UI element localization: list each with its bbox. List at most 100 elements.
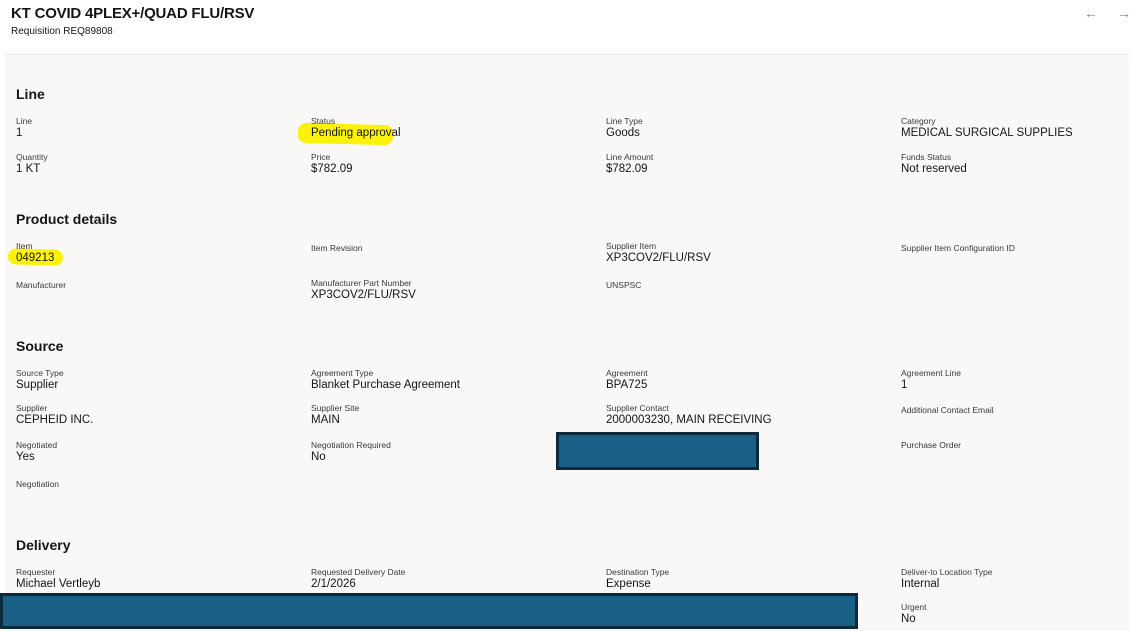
field-funds-status: Funds Status Not reserved [901,152,967,176]
field-label: Manufacturer Part Number [311,278,412,288]
field-value: 1 [16,127,23,139]
field-value: $782.09 [311,163,353,175]
section-title-line: Line [16,86,45,102]
field-line-type: Line Type Goods [606,116,643,140]
field-value: Supplier [16,379,59,391]
field-label: Category [901,116,936,126]
field-value: 2000003230, MAIN RECEIVING [606,414,772,426]
field-purchase-order: Purchase Order [901,440,961,450]
field-value: CEPHEID INC. [16,414,94,426]
field-label: Negotiation [16,479,60,489]
status-value: Pending approval [311,127,401,139]
field-line-amount: Line Amount $782.09 [606,152,653,176]
field-manufacturer: Manufacturer [16,280,66,290]
field-value: 1 [901,379,908,391]
field-destination-type: Destination Type Expense [606,567,669,591]
field-value: No [901,613,916,625]
field-value: MAIN [311,414,340,426]
field-value: No [311,451,326,463]
field-label: Source Type [16,368,64,378]
field-label: Deliver-to Location Type [901,567,993,577]
field-label: Purchase Order [901,440,961,450]
field-label: Destination Type [606,567,670,577]
field-label: Line Amount [606,152,654,162]
field-line: Line 1 [16,116,32,140]
field-item-revision: Item Revision [311,243,363,253]
field-value: Yes [16,451,35,463]
section-title-product-details: Product details [16,211,118,227]
field-agreement: Agreement BPA725 [606,368,648,392]
field-value: Goods [606,127,640,139]
field-value: XP3COV2/FLU/RSV [606,252,711,264]
field-value: MEDICAL SURGICAL SUPPLIES [901,127,1073,139]
field-value: Internal [901,578,940,590]
field-manufacturer-part-number: Manufacturer Part Number XP3COV2/FLU/RSV [311,278,416,302]
field-value: 2/1/2026 [311,578,356,590]
field-status: Status Pending approval [311,116,401,140]
field-label: Status [311,116,336,126]
field-deliver-to-location-type: Deliver-to Location Type Internal [901,567,993,591]
field-label: Negotiation Required [311,440,391,450]
item-value: 049213 [16,252,55,264]
field-label: Manufacturer [16,280,67,290]
field-label: Line [16,116,33,126]
field-label: Quantity [16,152,48,162]
field-label: Supplier Contact [606,403,669,413]
field-value: 1 KT [16,163,41,175]
field-label: Price [311,152,331,162]
field-label: Supplier Item Configuration ID [901,243,1015,253]
field-negotiation: Negotiation [16,479,59,489]
redaction-box [556,432,759,470]
field-item: Item 049213 [16,241,54,265]
field-label: Agreement [606,368,648,378]
field-label: Requested Delivery Date [311,567,406,577]
agreement-link[interactable]: BPA725 [606,378,648,392]
field-requester: Requester Michael Vertleyb [16,567,100,591]
field-value: $782.09 [606,163,648,175]
field-value: Expense [606,578,651,590]
field-category: Category MEDICAL SURGICAL SUPPLIES [901,116,1073,140]
page-header: KT COVID 4PLEX+/QUAD FLU/RSV Requisition… [0,0,1134,50]
field-supplier-site: Supplier Site MAIN [311,403,359,427]
field-value: XP3COV2/FLU/RSV [311,289,416,301]
field-additional-contact-email: Additional Contact Email [901,405,994,415]
field-label: UNSPSC [606,280,642,290]
field-supplier: Supplier CEPHEID INC. [16,403,93,427]
field-supplier-item: Supplier Item XP3COV2/FLU/RSV [606,241,711,265]
page-title: KT COVID 4PLEX+/QUAD FLU/RSV [11,5,255,22]
field-negotiation-required: Negotiation Required No [311,440,391,464]
section-title-source: Source [16,338,64,354]
field-label: Additional Contact Email [901,405,994,415]
arrow-left-icon[interactable]: ← [1081,3,1101,23]
field-agreement-line: Agreement Line 1 [901,368,961,392]
field-value: Blanket Purchase Agreement [311,379,460,391]
field-label: Line Type [606,116,643,126]
field-urgent: Urgent No [901,602,927,626]
requisition-number: Requisition REQ89808 [11,26,113,37]
field-price: Price $782.09 [311,152,353,176]
field-source-type: Source Type Supplier [16,368,64,392]
field-supplier-item-config-id: Supplier Item Configuration ID [901,243,1015,253]
field-unspsc: UNSPSC [606,280,641,290]
requisition-line-detail-page: KT COVID 4PLEX+/QUAD FLU/RSV Requisition… [0,0,1134,631]
field-label: Supplier Item [606,241,657,251]
field-label: Agreement Type [311,368,374,378]
field-quantity: Quantity 1 KT [16,152,48,176]
field-value: Michael Vertleyb [16,578,101,590]
field-label: Urgent [901,602,927,612]
field-label: Requester [16,567,56,577]
section-title-delivery: Delivery [16,537,71,553]
field-label: Agreement Line [901,368,962,378]
field-value: Not reserved [901,163,967,175]
field-label: Item Revision [311,243,363,253]
redaction-bar [0,593,858,629]
detail-panel: Line Line 1 Status Pending approval Line… [5,54,1129,631]
field-label: Supplier [16,403,48,413]
field-label: Funds Status [901,152,952,162]
field-label: Supplier Site [311,403,360,413]
field-label: Item [16,241,33,251]
field-negotiated: Negotiated Yes [16,440,57,464]
arrow-right-icon[interactable]: → [1114,3,1134,23]
field-agreement-type: Agreement Type Blanket Purchase Agreemen… [311,368,460,392]
field-requested-delivery-date: Requested Delivery Date 2/1/2026 [311,567,406,591]
